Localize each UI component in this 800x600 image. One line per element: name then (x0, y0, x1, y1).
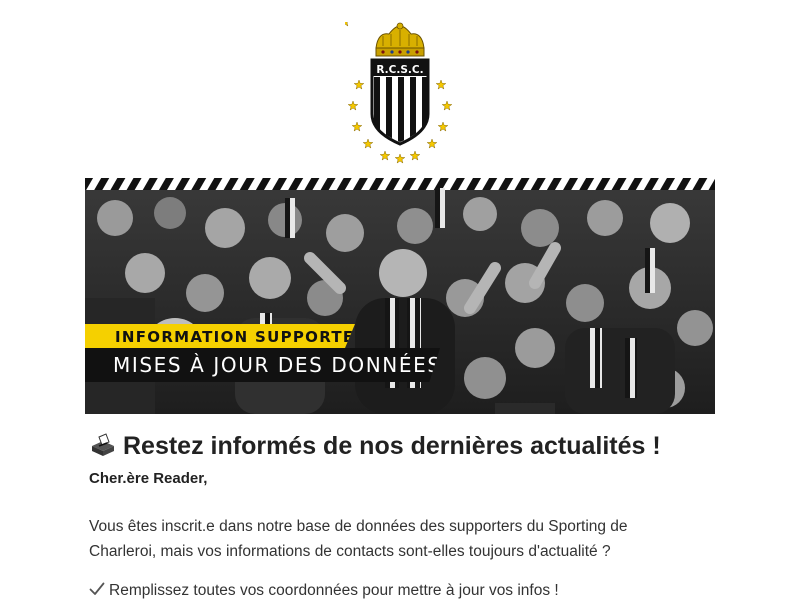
email-headline-text: Restez informés de nos dernières actuali… (123, 432, 661, 460)
crest-text: R.C.S.C. (376, 64, 423, 76)
ballot-box-icon (89, 433, 117, 457)
club-crest-logo: R.C.S.C. (339, 16, 455, 164)
email-paragraph-cta-text: Remplissez toutes vos coordonnées pour m… (109, 582, 559, 599)
hero-banner: INFORMATION SUPPORTERS MISES À JOUR DES … (85, 178, 715, 414)
email-greeting: Cher.ère Reader, (89, 470, 208, 487)
banner-tag-updates: MISES À JOUR DES DONNÉES (85, 348, 440, 382)
email-headline: Restez informés de nos dernières actuali… (89, 432, 661, 464)
banner-tag-information-text: INFORMATION SUPPORTERS (115, 328, 380, 346)
email-paragraph-intro: Vous êtes inscrit.e dans notre base de d… (89, 518, 628, 560)
banner-tag-updates-text: MISES À JOUR DES DONNÉES (113, 353, 442, 377)
crown-icon (375, 22, 425, 57)
check-mark-icon (89, 582, 105, 596)
email-view: R.C.S.C. INFORMATION SUPPORTERS MISES À … (0, 0, 800, 600)
email-paragraph-cta: Remplissez toutes vos coordonnées pour m… (89, 582, 559, 600)
banner-tag-information: INFORMATION SUPPORTERS (85, 324, 355, 350)
